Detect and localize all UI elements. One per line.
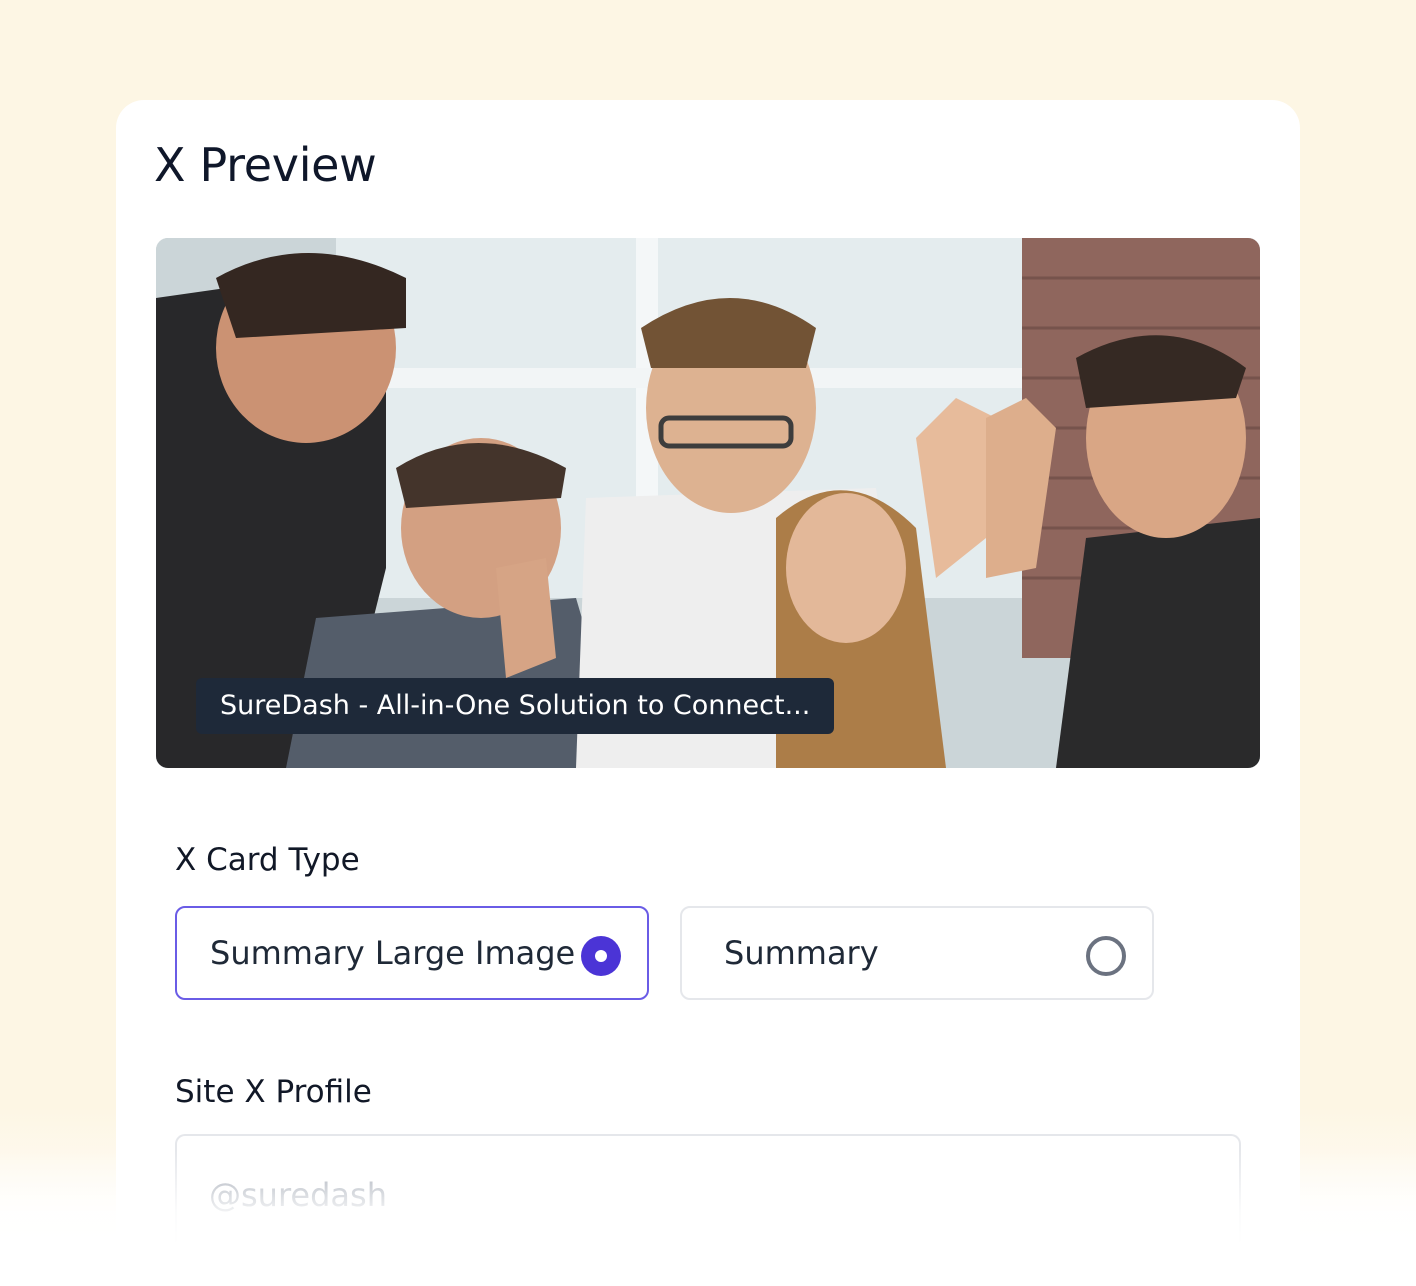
- preview-image: SureDash - All-in-One Solution to Connec…: [156, 238, 1260, 768]
- radio-unselected-icon[interactable]: [1086, 936, 1126, 976]
- card-type-option-summary[interactable]: Summary: [680, 906, 1154, 1000]
- site-x-profile-input[interactable]: [175, 1134, 1241, 1254]
- x-preview-panel: X Preview SureDash - All-in-One Solution…: [116, 100, 1300, 1286]
- option-label: Summary Large Image: [210, 934, 576, 972]
- panel-title: X Preview: [154, 138, 377, 192]
- option-label: Summary: [724, 934, 879, 972]
- card-type-label: X Card Type: [175, 842, 360, 878]
- radio-selected-icon[interactable]: [581, 936, 621, 976]
- card-type-option-summary-large-image[interactable]: Summary Large Image: [175, 906, 649, 1000]
- site-profile-label: Site X Profile: [175, 1074, 372, 1110]
- preview-title-caption: SureDash - All-in-One Solution to Connec…: [196, 678, 835, 734]
